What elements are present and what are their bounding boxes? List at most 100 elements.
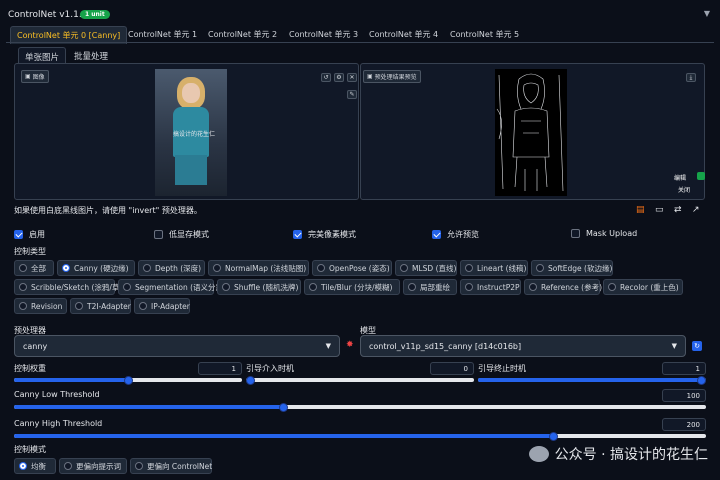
radio[interactable]	[123, 283, 131, 291]
end-slider[interactable]	[478, 375, 706, 385]
pixel-perfect-checkbox[interactable]: 完美像素模式	[293, 229, 356, 240]
radio[interactable]	[139, 302, 147, 310]
radio[interactable]	[608, 283, 616, 291]
edit-button[interactable]: 编辑	[671, 172, 690, 183]
control-type-t2i-adapter[interactable]: T2I-Adapter	[70, 298, 131, 314]
slider-thumb[interactable]	[279, 402, 289, 412]
tab-unit-3[interactable]: ControlNet 单元 3	[289, 29, 358, 40]
control-type-reference[interactable]: Reference (参考)	[524, 279, 602, 295]
document-icon[interactable]: ▤	[636, 205, 645, 215]
radio[interactable]	[529, 283, 537, 291]
radio[interactable]	[309, 283, 317, 291]
radio[interactable]	[75, 302, 83, 310]
weight-slider[interactable]	[14, 375, 242, 385]
enable-checkbox[interactable]: 启用	[14, 229, 45, 240]
start-input[interactable]: 0	[430, 362, 474, 375]
control-type-revision[interactable]: Revision	[14, 298, 67, 314]
control-type-shuffle[interactable]: Shuffle (随机洗牌)	[217, 279, 301, 295]
control-type-segmentation[interactable]: Segmentation (语义分割)	[118, 279, 226, 295]
image-input-panel[interactable]: ▣ 图像 搞设计的花生仁 ↺ ⚙ ✕ ✎	[14, 63, 359, 200]
radio[interactable]	[62, 264, 70, 272]
low-threshold-slider[interactable]	[14, 402, 706, 412]
high-threshold-input[interactable]: 200	[662, 418, 706, 431]
control-type-instructp2p[interactable]: InstructP2P	[460, 279, 521, 295]
tab-unit-1[interactable]: ControlNet 单元 1	[128, 29, 197, 40]
control-type-normalmap[interactable]: NormalMap (法线贴图)	[208, 260, 309, 276]
input-photo: 搞设计的花生仁	[155, 69, 227, 196]
close-icon[interactable]: ✕	[347, 73, 357, 82]
control-type-recolor[interactable]: Recolor (重上色)	[603, 279, 683, 295]
low-threshold-input[interactable]: 100	[662, 389, 706, 402]
settings-icon[interactable]: ⚙	[334, 73, 344, 82]
lowvram-checkbox[interactable]: 低显存模式	[154, 229, 209, 240]
radio[interactable]	[64, 462, 72, 470]
slider-thumb[interactable]	[697, 375, 706, 385]
swap-icon[interactable]: ⇄	[674, 205, 682, 215]
radio[interactable]	[19, 264, 27, 272]
slider-thumb[interactable]	[123, 375, 133, 385]
radio[interactable]	[19, 302, 27, 310]
chevron-down-icon: ▼	[325, 342, 331, 350]
undo-icon[interactable]: ↺	[321, 73, 331, 82]
radio[interactable]	[213, 264, 221, 272]
brush-icon[interactable]: ✎	[347, 90, 357, 99]
checkbox-box[interactable]	[432, 230, 441, 239]
control-mode-balanced[interactable]: 均衡	[14, 458, 56, 474]
tab-batch[interactable]: 批量处理	[74, 50, 108, 62]
mask-upload-checkbox[interactable]: Mask Upload	[571, 229, 637, 238]
radio[interactable]	[19, 283, 27, 291]
slider-thumb[interactable]	[549, 431, 559, 441]
slider-fill	[478, 378, 706, 382]
control-type-tile[interactable]: Tile/Blur (分块/模糊)	[304, 279, 400, 295]
start-slider[interactable]	[246, 375, 474, 385]
explosion-icon[interactable]: ✸	[346, 340, 354, 350]
preprocessor-select[interactable]: canny ▼	[14, 335, 340, 357]
send-icon[interactable]: ↗	[692, 205, 700, 215]
allow-preview-checkbox[interactable]: 允许预览	[432, 229, 479, 240]
refresh-icon[interactable]: ↻	[692, 341, 702, 351]
radio[interactable]	[19, 462, 27, 470]
model-select[interactable]: control_v11p_sd15_canny [d14c016b] ▼	[360, 335, 686, 357]
radio[interactable]	[222, 283, 230, 291]
control-type-ip-adapter[interactable]: IP-Adapter	[134, 298, 190, 314]
control-type-scribble[interactable]: Scribble/Sketch (涂鸦/草图)	[14, 279, 130, 295]
control-type-inpaint[interactable]: 局部重绘	[403, 279, 457, 295]
control-type-mlsd[interactable]: MLSD (直线)	[395, 260, 457, 276]
tab-unit-5[interactable]: ControlNet 单元 5	[450, 29, 519, 40]
camera-icon[interactable]: ▭	[655, 205, 664, 215]
control-type-depth[interactable]: Depth (深度)	[138, 260, 205, 276]
watermark: 公众号 · 搞设计的花生仁	[528, 444, 708, 464]
close-preview-button[interactable]: 关闭	[675, 184, 694, 195]
radio[interactable]	[536, 264, 544, 272]
control-type-softedge[interactable]: SoftEdge (软边缘)	[531, 260, 613, 276]
slider-fill	[14, 434, 554, 438]
control-type-lineart[interactable]: Lineart (线稿)	[460, 260, 528, 276]
checkbox-box[interactable]	[571, 229, 580, 238]
radio[interactable]	[143, 264, 151, 272]
checkbox-box[interactable]	[293, 230, 302, 239]
control-mode-controlnet[interactable]: 更偏向 ControlNet	[130, 458, 212, 474]
high-threshold-slider[interactable]	[14, 431, 706, 441]
slider-thumb[interactable]	[246, 375, 255, 385]
radio[interactable]	[465, 264, 473, 272]
image-label: ▣ 图像	[21, 70, 49, 83]
control-type-all[interactable]: 全部	[14, 260, 54, 276]
weight-input[interactable]: 1	[198, 362, 242, 375]
control-mode-prompt[interactable]: 更偏向提示词	[59, 458, 127, 474]
radio[interactable]	[408, 283, 416, 291]
edit-toggle-icon[interactable]	[697, 172, 705, 180]
radio[interactable]	[465, 283, 473, 291]
tab-unit-2[interactable]: ControlNet 单元 2	[208, 29, 277, 40]
wechat-icon	[528, 446, 549, 462]
radio[interactable]	[317, 264, 325, 272]
collapse-icon[interactable]: ▼	[704, 9, 710, 18]
checkbox-box[interactable]	[154, 230, 163, 239]
download-icon[interactable]: ⤓	[686, 73, 696, 82]
tab-unit-4[interactable]: ControlNet 单元 4	[369, 29, 438, 40]
control-type-openpose[interactable]: OpenPose (姿态)	[312, 260, 392, 276]
radio[interactable]	[135, 462, 143, 470]
checkbox-box[interactable]	[14, 230, 23, 239]
control-type-canny[interactable]: Canny (硬边缘)	[57, 260, 135, 276]
radio[interactable]	[400, 264, 408, 272]
end-input[interactable]: 1	[662, 362, 706, 375]
